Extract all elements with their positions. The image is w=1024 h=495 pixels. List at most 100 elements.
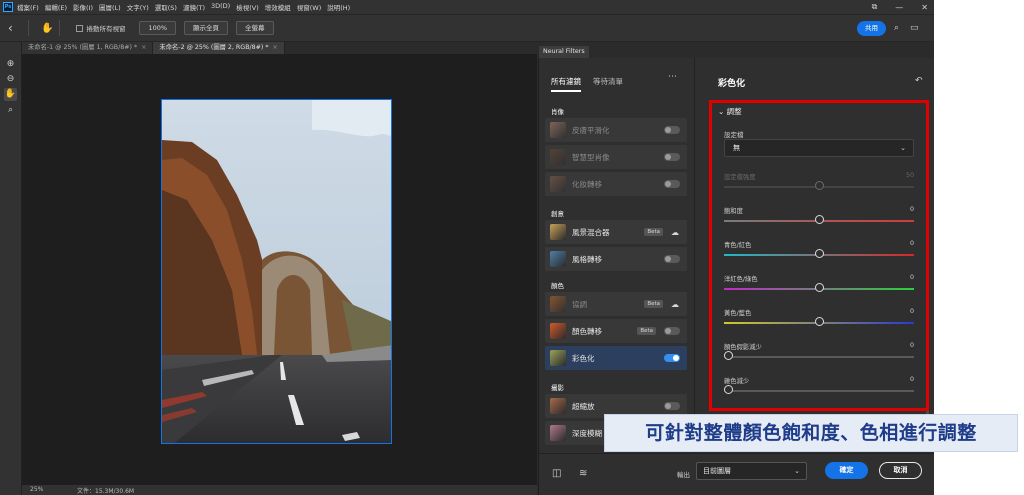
layers-icon[interactable]: ≋	[579, 468, 587, 479]
share-button[interactable]: 共用	[857, 21, 886, 36]
tab-wait-list[interactable]: 等待清單	[593, 76, 623, 92]
filter-toggle[interactable]	[664, 402, 680, 410]
tab-label: 未命名-1 @ 25% (圖層 1, RGB/8#) *	[28, 44, 138, 51]
tools-panel: ⊕ ⊖ ✋ ⌕	[0, 42, 22, 495]
filter-tabs: 所有濾鏡 等待清單	[551, 76, 623, 92]
back-arrow-icon[interactable]: ‹	[8, 21, 22, 35]
filter-thumbnail	[550, 251, 566, 267]
reset-icon[interactable]: ↶	[915, 76, 923, 86]
filter-item[interactable]: 協調 Beta ☁	[545, 292, 687, 316]
fill-screen-button[interactable]: 全螢幕	[236, 21, 274, 35]
filter-toggle[interactable]	[664, 354, 680, 362]
section-title: 顏色	[551, 282, 564, 290]
preview-split-icon[interactable]: ◫	[552, 468, 561, 479]
filter-item[interactable]: 皮膚平滑化	[545, 118, 687, 142]
cancel-button[interactable]: 取消	[879, 462, 922, 479]
scroll-all-checkbox[interactable]	[76, 24, 84, 32]
zoom-100-button[interactable]: 100%	[139, 21, 177, 35]
filter-thumbnail	[550, 224, 566, 240]
menu-item[interactable]: 說明(H)	[327, 2, 350, 12]
filter-item[interactable]: 智慧型肖像	[545, 145, 687, 169]
filter-list: 所有濾鏡 等待清單 ⋯ 肖像 皮膚平滑化 智慧型肖像 化妝轉移 創意 風景混合器 Beta ☁…	[539, 58, 695, 453]
section-title: 肖像	[551, 108, 564, 116]
hand-tool-icon[interactable]: ✋	[4, 88, 17, 101]
filter-name: 皮膚平滑化	[572, 125, 610, 135]
menu-item[interactable]: 影像(I)	[73, 2, 93, 12]
filter-name: 智慧型肖像	[572, 152, 610, 162]
document-canvas-image[interactable]	[161, 99, 392, 444]
filter-toggle[interactable]	[664, 180, 680, 188]
document-tabs: 未命名-1 @ 25% (圖層 1, RGB/8#) * × 未命名-2 @ 25…	[22, 42, 537, 54]
filter-item[interactable]: 彩色化	[545, 346, 687, 370]
menu-item[interactable]: 視窗(W)	[297, 2, 322, 12]
menu-items: 檔案(F) 編輯(E) 影像(I) 圖層(L) 文字(Y) 選取(S) 濾鏡(T) 3D(D)…	[17, 2, 356, 12]
filter-thumbnail	[550, 149, 566, 165]
tab-all-filters[interactable]: 所有濾鏡	[551, 76, 581, 92]
tab-neural-filters[interactable]: Neural Filters	[539, 46, 589, 58]
output-dropdown[interactable]: 目前圖層 ⌄	[696, 462, 807, 480]
filter-name: 超縮放	[572, 401, 595, 411]
close-icon[interactable]: ✕	[921, 3, 928, 12]
filter-thumbnail	[550, 350, 566, 366]
filter-thumbnail	[550, 323, 566, 339]
filter-item[interactable]: 化妝轉移	[545, 172, 687, 196]
filter-toggle[interactable]	[664, 255, 680, 263]
filter-name: 風景混合器	[572, 227, 610, 237]
menu-item[interactable]: 圖層(L)	[99, 2, 121, 12]
beta-badge: Beta	[637, 327, 656, 335]
options-bar: ‹ ✋ 捲動所有視窗 100% 顯示全頁 全螢幕 共用 ⌕ ▭	[0, 14, 934, 42]
menu-item[interactable]: 增效模組	[265, 2, 291, 12]
menu-item[interactable]: 檢視(V)	[236, 2, 259, 12]
filter-item[interactable]: 風格轉移	[545, 247, 687, 271]
menu-item[interactable]: 濾鏡(T)	[183, 2, 205, 12]
cloud-download-icon[interactable]: ☁	[671, 228, 679, 237]
section-title: 攝影	[551, 384, 564, 392]
canvas-area[interactable]	[22, 54, 537, 485]
menu-item[interactable]: 編輯(E)	[45, 2, 67, 12]
filter-toggle[interactable]	[664, 327, 680, 335]
filter-toggle[interactable]	[664, 153, 680, 161]
zoom-tool-icon[interactable]: ⌕	[4, 104, 17, 117]
restore-icon[interactable]: ⧉	[872, 2, 878, 12]
fit-screen-button[interactable]: 顯示全頁	[184, 21, 229, 35]
caption-banner: 可針對整體顏色飽和度、色相進行調整	[604, 414, 1018, 452]
search-icon[interactable]: ⌕	[894, 23, 899, 33]
tab-document-2[interactable]: 未命名-2 @ 25% (圖層 2, RGB/8#) * ×	[153, 42, 285, 54]
menu-item[interactable]: 選取(S)	[155, 2, 177, 12]
filter-thumbnail	[550, 398, 566, 414]
filter-thumbnail	[550, 122, 566, 138]
workspace-icon[interactable]: ▭	[910, 23, 919, 33]
filter-name: 顏色轉移	[572, 326, 602, 336]
close-icon[interactable]: ×	[273, 44, 278, 51]
filter-title: 彩色化	[718, 79, 746, 89]
close-icon[interactable]: ×	[141, 44, 146, 51]
menu-item[interactable]: 3D(D)	[211, 2, 230, 12]
divider	[59, 20, 61, 36]
ok-button[interactable]: 確定	[825, 462, 868, 479]
more-options-icon[interactable]: ⋯	[668, 72, 677, 82]
filter-thumbnail	[550, 176, 566, 192]
zoom-out-icon[interactable]: ⊖	[4, 73, 17, 86]
menu-item[interactable]: 檔案(F)	[17, 2, 39, 12]
minimize-icon[interactable]: —	[895, 3, 903, 12]
filter-name: 協調	[572, 299, 587, 309]
filter-thumbnail	[550, 296, 566, 312]
filter-item[interactable]: 顏色轉移 Beta	[545, 319, 687, 343]
neural-filters-footer: ◫ ≋ 輸出 目前圖層 ⌄ 確定 取消	[539, 453, 935, 495]
filter-toggle[interactable]	[664, 126, 680, 134]
hand-tool-icon: ✋	[41, 22, 54, 34]
filter-name: 彩色化	[572, 353, 595, 363]
road-arch-photo	[162, 100, 391, 443]
cloud-download-icon[interactable]: ☁	[671, 300, 679, 309]
tab-document-1[interactable]: 未命名-1 @ 25% (圖層 1, RGB/8#) * ×	[22, 42, 154, 54]
filter-item[interactable]: 風景混合器 Beta ☁	[545, 220, 687, 244]
menu-item[interactable]: 文字(Y)	[127, 2, 149, 12]
highlight-box	[709, 100, 929, 411]
filter-thumbnail	[550, 425, 566, 441]
window-controls: ⧉ — ✕	[872, 0, 928, 14]
filter-name: 化妝轉移	[572, 179, 602, 189]
filter-name: 風格轉移	[572, 254, 602, 264]
section-title: 創意	[551, 210, 564, 218]
zoom-in-icon[interactable]: ⊕	[4, 58, 17, 71]
menu-bar: Ps 檔案(F) 編輯(E) 影像(I) 圖層(L) 文字(Y) 選取(S) 濾鏡(T) 3D…	[0, 0, 934, 14]
